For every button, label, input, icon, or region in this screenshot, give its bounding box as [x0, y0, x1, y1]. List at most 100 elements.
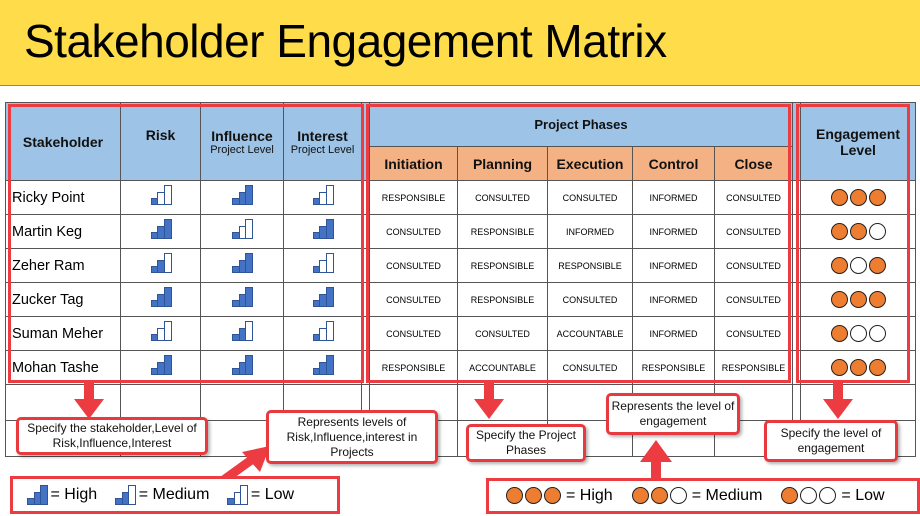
empty-cell [800, 384, 916, 421]
risk-cell [120, 282, 201, 317]
influence-level-medium-icon [232, 321, 254, 341]
risk-cell [120, 180, 201, 215]
table-row: Zucker Tag CONSULTED RESPONSIBLE CONSULTED I… [5, 282, 916, 317]
legend-dots: = High = Medium = Low [486, 478, 920, 514]
filled-circle-icon [868, 358, 886, 376]
influence-cell [200, 214, 284, 249]
arrow-down-phases [474, 383, 504, 419]
interest-cell [283, 316, 362, 351]
header-stakeholder: Stakeholder [5, 102, 121, 181]
header-phase-control: Control [632, 146, 715, 181]
callout-engagement-spec: Specify the level of engagement [764, 420, 898, 462]
spacer [361, 180, 370, 215]
empty-circle-icon [819, 487, 837, 505]
legend-dots-item-medium: = Medium [631, 487, 762, 505]
legend-bars: = High = Medium = Low [10, 476, 340, 514]
interest-level-low-icon [312, 253, 334, 273]
interest-cell [283, 282, 362, 317]
signal-bar-segment [325, 355, 334, 375]
risk-cell [120, 248, 201, 283]
phase-role-initiation: CONSULTED [369, 282, 458, 317]
header-influence-label: Influence [211, 127, 273, 144]
engagement-level-icon [830, 256, 887, 274]
signal-bar-segment [163, 253, 172, 273]
header-phase-planning: Planning [457, 146, 548, 181]
filled-circle-icon [849, 358, 867, 376]
signal-bar-segment [245, 355, 254, 375]
influence-level-low-icon [232, 219, 254, 239]
filled-circle-icon [830, 290, 848, 308]
filled-circle-icon [781, 487, 799, 505]
signal-bars-medium-icon [115, 485, 137, 505]
callout-stakeholder-text: Specify the stakeholder,Level of Risk,In… [27, 421, 197, 450]
signal-bar-segment [325, 185, 334, 205]
stakeholder-name: Zucker Tag [5, 282, 121, 317]
legend-label: = High [566, 487, 613, 504]
influence-level-high-icon [232, 287, 254, 307]
header-phase-initiation: Initiation [369, 146, 458, 181]
phase-role-execution: CONSULTED [547, 282, 633, 317]
risk-level-high-icon [150, 355, 172, 375]
risk-level-high-icon [150, 287, 172, 307]
phase-role-close: CONSULTED [714, 248, 793, 283]
callout-phases-text: Specify the Project Phases [475, 428, 577, 457]
influence-cell [200, 248, 284, 283]
header-interest-label: Interest [297, 127, 348, 144]
influence-cell [200, 316, 284, 351]
interest-level-high-icon [312, 219, 334, 239]
engagement-cell [800, 350, 916, 385]
phase-role-execution: CONSULTED [547, 350, 633, 385]
phase-role-execution: INFORMED [547, 214, 633, 249]
callout-levels-text: Represents levels of Risk,Influence,inte… [286, 414, 418, 459]
spacer [361, 248, 370, 283]
spacer [361, 316, 370, 351]
risk-level-low-icon [150, 185, 172, 205]
engagement-high-icon [505, 487, 562, 505]
influence-cell [200, 180, 284, 215]
legend-dots-item-low: = Low [780, 487, 885, 505]
title-bar: Stakeholder Engagement Matrix [0, 0, 920, 86]
empty-circle-icon [669, 487, 687, 505]
interest-level-low-icon [312, 185, 334, 205]
phase-role-control: INFORMED [632, 180, 715, 215]
signal-bar-segment [240, 485, 249, 505]
risk-level-medium-icon [150, 253, 172, 273]
filled-circle-icon [849, 222, 867, 240]
page-title: Stakeholder Engagement Matrix [24, 15, 667, 67]
signal-bars-low-icon [227, 485, 249, 505]
engagement-cell [800, 316, 916, 351]
influence-cell [200, 350, 284, 385]
signal-bar-segment [163, 287, 172, 307]
engagement-level-icon [830, 222, 887, 240]
filled-circle-icon [830, 188, 848, 206]
engagement-cell [800, 180, 916, 215]
interest-cell [283, 180, 362, 215]
table-row: Mohan Tashe RESPONSIBLE ACCOUNTABLE CONSULT… [5, 350, 916, 385]
callout-engagement-spec-text: Specify the level of engagement [780, 426, 882, 455]
table-row: Suman Meher CONSULTED CONSULTED ACCOUNTABLE… [5, 316, 916, 351]
phase-role-execution: CONSULTED [547, 180, 633, 215]
spacer [792, 316, 801, 351]
spacer [361, 214, 370, 249]
table-row: Zeher Ram CONSULTED RESPONSIBLE RESPONSIBLE… [5, 248, 916, 283]
spacer [792, 180, 801, 215]
influence-level-high-icon [232, 185, 254, 205]
interest-cell [283, 214, 362, 249]
filled-circle-icon [868, 256, 886, 274]
stakeholder-name: Ricky Point [5, 180, 121, 215]
signal-bar-segment [163, 185, 172, 205]
callout-engagement-rep-text: Represents the level of engagement [611, 399, 735, 428]
phase-role-control: INFORMED [632, 316, 715, 351]
header-interest-sub: Project Level [290, 143, 355, 156]
interest-cell [283, 248, 362, 283]
engagement-level-icon [830, 290, 887, 308]
phase-role-control: RESPONSIBLE [632, 350, 715, 385]
filled-circle-icon [868, 290, 886, 308]
phase-role-execution: RESPONSIBLE [547, 248, 633, 283]
empty-circle-icon [800, 487, 818, 505]
phase-role-control: INFORMED [632, 248, 715, 283]
phase-role-initiation: RESPONSIBLE [369, 180, 458, 215]
signal-bar-segment [245, 253, 254, 273]
phase-role-initiation: RESPONSIBLE [369, 350, 458, 385]
header-influence: Influence Project Level [200, 102, 284, 181]
